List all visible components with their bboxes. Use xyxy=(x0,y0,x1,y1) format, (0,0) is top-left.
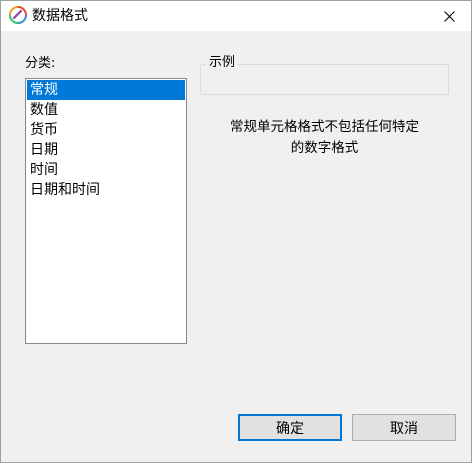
ok-button[interactable]: 确定 xyxy=(238,414,342,441)
dialog-title: 数据格式 xyxy=(32,8,88,24)
category-item-general[interactable]: 常规 xyxy=(27,80,185,100)
description-line-2: 的数字格式 xyxy=(290,140,359,156)
category-listbox[interactable]: 常规 数值 货币 日期 时间 日期和时间 xyxy=(25,78,187,344)
category-item-date[interactable]: 日期 xyxy=(27,140,185,160)
close-icon xyxy=(443,10,455,22)
cancel-button[interactable]: 取消 xyxy=(352,414,456,441)
category-item-time[interactable]: 时间 xyxy=(27,160,185,180)
format-description: 常规单元格格式不包括任何特定 的数字格式 xyxy=(200,117,449,159)
description-line-1: 常规单元格格式不包括任何特定 xyxy=(230,119,419,135)
close-button[interactable] xyxy=(427,1,471,31)
title-bar: 数据格式 xyxy=(1,1,471,31)
category-item-number[interactable]: 数值 xyxy=(27,100,185,120)
colorful-ring-app-icon xyxy=(9,6,27,24)
data-format-dialog: 数据格式 分类: 常规 数值 货币 日期 时间 日期和时间 示例 常规单元格格式… xyxy=(0,0,472,463)
category-label: 分类: xyxy=(25,56,56,71)
sample-legend: 示例 xyxy=(206,55,239,71)
category-item-currency[interactable]: 货币 xyxy=(27,120,185,140)
category-item-datetime[interactable]: 日期和时间 xyxy=(27,180,185,200)
